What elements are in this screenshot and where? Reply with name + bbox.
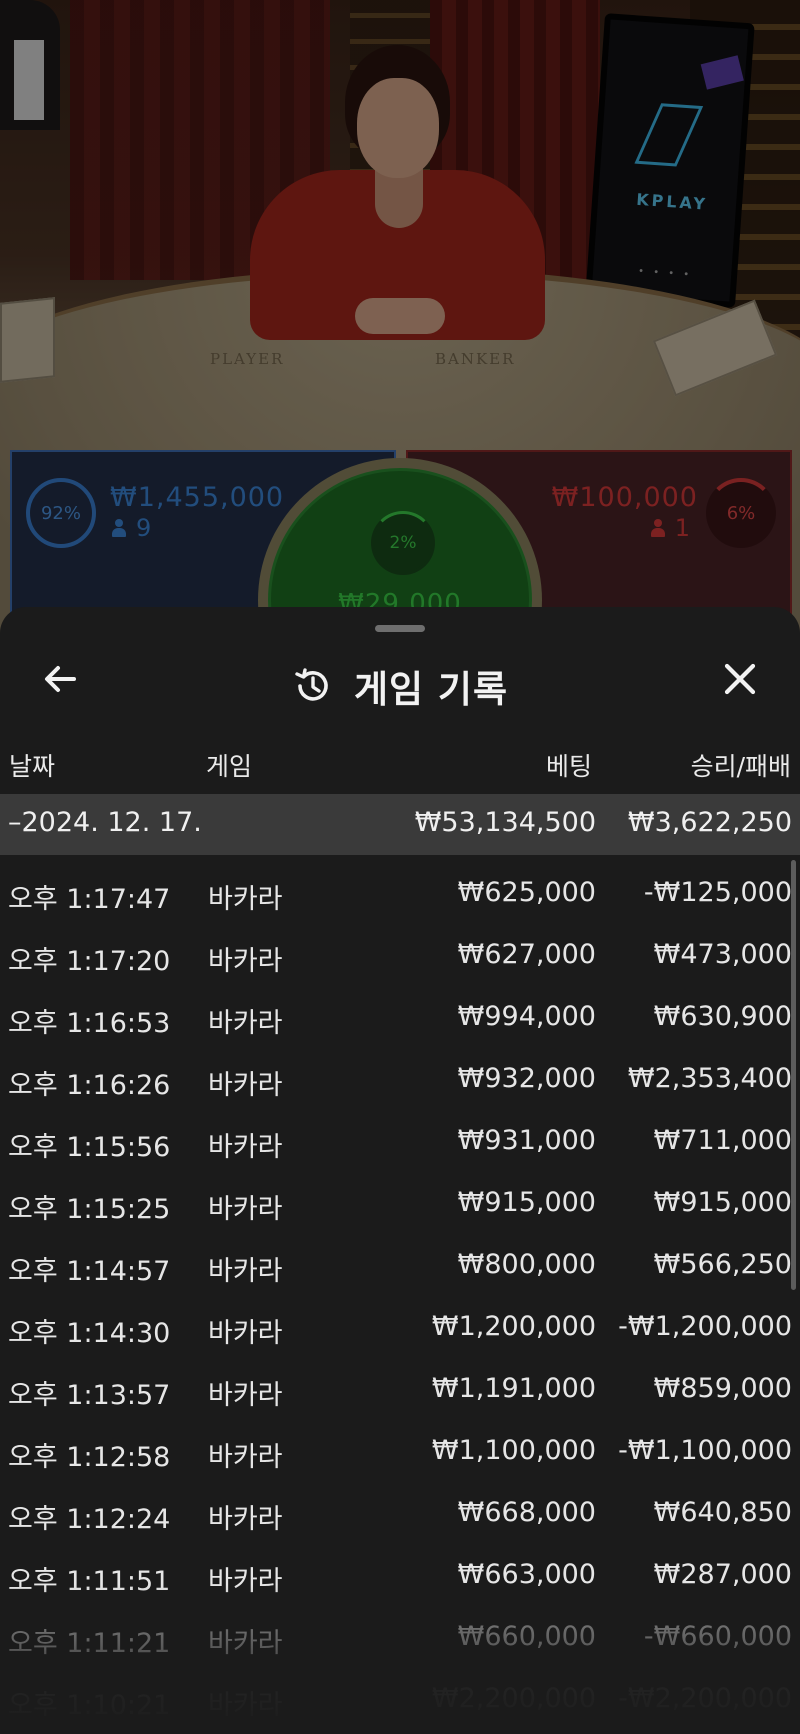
row-game: 바카라: [208, 1690, 283, 1721]
row-result: -₩125,000: [643, 877, 792, 908]
history-list: 오후 1:17:47 바카라 ₩625,000 -₩125,000 오후 1:17:2…: [0, 862, 800, 1730]
row-time: 오후 1:11:51: [8, 1566, 171, 1597]
table-row[interactable]: 오후 1:13:57 바카라 ₩1,191,000 ₩859,000: [0, 1358, 800, 1420]
table-row[interactable]: 오후 1:12:24 바카라 ₩668,000 ₩640,850: [0, 1482, 800, 1544]
row-bet: ₩994,000: [457, 1001, 596, 1032]
table-row[interactable]: 오후 1:15:56 바카라 ₩931,000 ₩711,000: [0, 1110, 800, 1172]
table-row[interactable]: 오후 1:14:30 바카라 ₩1,200,000 -₩1,200,000: [0, 1296, 800, 1358]
row-result: ₩2,353,400: [627, 1063, 792, 1094]
row-time: 오후 1:16:53: [8, 1008, 171, 1039]
row-bet: ₩625,000: [457, 877, 596, 908]
row-time: 오후 1:14:30: [8, 1318, 171, 1349]
row-game: 바카라: [208, 1070, 283, 1101]
row-game: 바카라: [208, 1318, 283, 1349]
day-summary-row[interactable]: –2024. 12. 17. ₩53,134,500 ₩3,622,250: [0, 794, 800, 855]
row-game: 바카라: [208, 946, 283, 977]
row-result: ₩566,250: [653, 1249, 792, 1280]
table-row[interactable]: 오후 1:12:58 바카라 ₩1,100,000 -₩1,100,000: [0, 1420, 800, 1482]
row-time: 오후 1:16:26: [8, 1070, 171, 1101]
row-result: -₩2,200,000: [618, 1683, 792, 1714]
column-header-game[interactable]: 게임: [206, 747, 252, 783]
table-row[interactable]: 오후 1:16:26 바카라 ₩932,000 ₩2,353,400: [0, 1048, 800, 1110]
table-row[interactable]: 오후 1:11:51 바카라 ₩663,000 ₩287,000: [0, 1544, 800, 1606]
close-button[interactable]: [718, 657, 762, 701]
table-row[interactable]: 오후 1:17:47 바카라 ₩625,000 -₩125,000: [0, 862, 800, 924]
row-time: 오후 1:15:56: [8, 1132, 171, 1163]
row-result: ₩640,850: [653, 1497, 792, 1528]
row-bet: ₩668,000: [457, 1497, 596, 1528]
row-time: 오후 1:13:57: [8, 1380, 171, 1411]
column-header-date[interactable]: 날짜: [9, 747, 55, 783]
day-total-result: ₩3,622,250: [627, 807, 792, 838]
table-row[interactable]: 오후 1:17:20 바카라 ₩627,000 ₩473,000: [0, 924, 800, 986]
row-bet: ₩1,100,000: [431, 1435, 596, 1466]
game-history-sheet: 게임 기록 날짜 게임 베팅 승리/패배 –2024. 12. 17. ₩53,…: [0, 607, 800, 1734]
column-header-result[interactable]: 승리/패배: [691, 747, 791, 783]
row-bet: ₩932,000: [457, 1063, 596, 1094]
row-game: 바카라: [208, 1132, 283, 1163]
close-icon: [724, 663, 756, 695]
row-bet: ₩660,000: [457, 1621, 596, 1652]
row-time: 오후 1:17:20: [8, 946, 171, 977]
row-time: 오후 1:17:47: [8, 884, 171, 915]
row-bet: ₩627,000: [457, 939, 596, 970]
column-header-bet[interactable]: 베팅: [546, 747, 592, 783]
scrollbar[interactable]: [791, 860, 796, 1290]
row-time: 오후 1:11:21: [8, 1628, 171, 1659]
table-row[interactable]: 오후 1:11:21 바카라 ₩660,000 -₩660,000: [0, 1606, 800, 1668]
row-result: ₩711,000: [653, 1125, 792, 1156]
sheet-header: 게임 기록: [0, 637, 800, 727]
table-row[interactable]: 오후 1:10:21 바카라 ₩2,200,000 -₩2,200,000: [0, 1668, 800, 1730]
row-game: 바카라: [208, 1566, 283, 1597]
row-result: -₩1,100,000: [618, 1435, 792, 1466]
row-time: 오후 1:12:58: [8, 1442, 171, 1473]
row-game: 바카라: [208, 1442, 283, 1473]
row-result: ₩287,000: [653, 1559, 792, 1590]
modal-backdrop[interactable]: [0, 0, 800, 640]
history-icon: [295, 668, 328, 701]
row-result: ₩630,900: [653, 1001, 792, 1032]
row-result: ₩859,000: [653, 1373, 792, 1404]
row-game: 바카라: [208, 1194, 283, 1225]
sheet-title: 게임 기록: [353, 668, 509, 711]
row-result: -₩1,200,000: [618, 1311, 792, 1342]
row-game: 바카라: [208, 1628, 283, 1659]
row-result: -₩660,000: [643, 1621, 792, 1652]
row-bet: ₩800,000: [457, 1249, 596, 1280]
row-game: 바카라: [208, 1008, 283, 1039]
row-time: 오후 1:12:24: [8, 1504, 171, 1535]
table-row[interactable]: 오후 1:15:25 바카라 ₩915,000 ₩915,000: [0, 1172, 800, 1234]
row-game: 바카라: [208, 884, 283, 915]
row-result: ₩915,000: [653, 1187, 792, 1218]
table-row[interactable]: 오후 1:16:53 바카라 ₩994,000 ₩630,900: [0, 986, 800, 1048]
row-time: 오후 1:15:25: [8, 1194, 171, 1225]
row-bet: ₩1,191,000: [431, 1373, 596, 1404]
drag-handle[interactable]: [375, 625, 425, 632]
row-time: 오후 1:10:21: [8, 1690, 171, 1721]
row-bet: ₩663,000: [457, 1559, 596, 1590]
row-result: ₩473,000: [653, 939, 792, 970]
row-bet: ₩1,200,000: [431, 1311, 596, 1342]
row-time: 오후 1:14:57: [8, 1256, 171, 1287]
row-game: 바카라: [208, 1380, 283, 1411]
row-bet: ₩915,000: [457, 1187, 596, 1218]
row-game: 바카라: [208, 1256, 283, 1287]
day-total-bet: ₩53,134,500: [414, 807, 596, 838]
row-bet: ₩2,200,000: [431, 1683, 596, 1714]
table-row[interactable]: 오후 1:14:57 바카라 ₩800,000 ₩566,250: [0, 1234, 800, 1296]
day-date: –2024. 12. 17.: [8, 807, 202, 838]
row-game: 바카라: [208, 1504, 283, 1535]
row-bet: ₩931,000: [457, 1125, 596, 1156]
